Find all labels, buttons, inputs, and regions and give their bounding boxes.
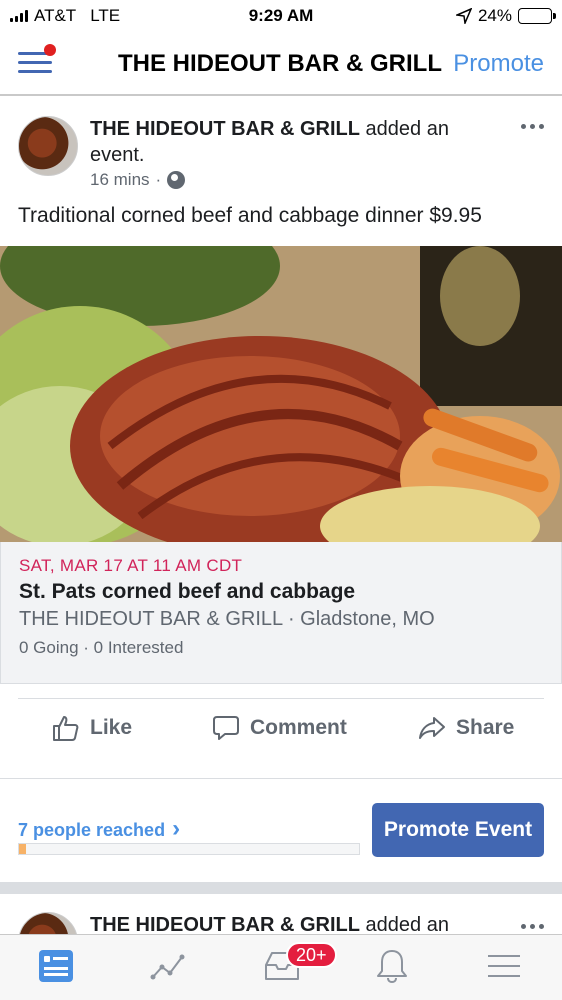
battery-percent: 24%	[477, 6, 512, 25]
tab-home[interactable]	[36, 947, 80, 987]
next-post-action-text: added an	[360, 914, 449, 934]
feed-separator	[0, 882, 562, 894]
promote-event-button[interactable]: Promote Event	[372, 803, 544, 857]
like-label: Like	[90, 716, 133, 739]
post-meta: 16 mins ·	[90, 170, 186, 190]
insights-chart-icon	[150, 954, 185, 980]
event-place: THE HIDEOUT BAR & GRILL · Gladstone, MO	[19, 608, 435, 630]
post-attribution: THE HIDEOUT BAR & GRILL added an event.	[90, 116, 490, 168]
post-actions: Like Comment Share	[0, 700, 562, 762]
share-icon	[419, 717, 445, 739]
more-icon[interactable]	[521, 124, 544, 129]
location-arrow-icon	[455, 8, 472, 24]
reach-progress-bar	[18, 843, 360, 855]
bell-icon	[377, 950, 407, 983]
next-post-author[interactable]: THE HIDEOUT BAR & GRILL	[90, 914, 360, 934]
next-post-attribution: THE HIDEOUT BAR & GRILL added an	[90, 912, 490, 934]
event-stats: 0 Going · 0 Interested	[19, 638, 184, 657]
battery-icon	[518, 8, 556, 24]
post-text: Traditional corned beef and cabbage dinn…	[18, 204, 482, 227]
inbox-badge: 20+	[286, 942, 337, 968]
people-reached-label: 7 people reached	[18, 820, 166, 840]
share-button[interactable]: Share	[418, 714, 514, 742]
tab-notifications[interactable]	[372, 947, 416, 987]
event-title[interactable]: St. Pats corned beef and cabbage	[19, 580, 355, 604]
status-bar: AT&T LTE 9:29 AM 24%	[0, 0, 562, 32]
event-card[interactable]: SAT, MAR 17 AT 11 AM CDT St. Pats corned…	[0, 542, 562, 684]
home-feed-icon	[39, 950, 73, 982]
tab-insights[interactable]	[148, 947, 192, 987]
promote-link[interactable]: Promote	[453, 50, 544, 78]
comment-label: Comment	[250, 716, 347, 739]
people-reached-link[interactable]: 7 people reached ›	[18, 815, 180, 843]
notification-dot	[44, 44, 56, 56]
divider	[18, 698, 544, 699]
chevron-right-icon: ›	[172, 815, 181, 842]
thumbs-up-icon	[53, 716, 79, 741]
tab-more[interactable]	[484, 947, 528, 987]
globe-icon	[167, 171, 186, 189]
meta-separator: ·	[155, 170, 162, 189]
share-label: Share	[456, 716, 515, 739]
event-photo[interactable]	[0, 246, 562, 542]
menu-lines-icon	[488, 955, 520, 977]
comment-icon	[213, 716, 239, 740]
reach-progress-fill	[19, 844, 26, 854]
next-post-header: THE HIDEOUT BAR & GRILL added an	[0, 894, 562, 934]
page-title: THE HIDEOUT BAR & GRILL	[118, 50, 442, 77]
comment-button[interactable]: Comment	[212, 714, 347, 742]
bottom-tab-bar: 20+	[0, 934, 562, 1000]
event-photo-illustration	[0, 246, 562, 542]
post-author[interactable]: THE HIDEOUT BAR & GRILL	[90, 118, 360, 140]
top-nav-bar: THE HIDEOUT BAR & GRILL Promote	[0, 32, 562, 96]
post-time[interactable]: 16 mins	[90, 170, 150, 190]
like-button[interactable]: Like	[52, 714, 132, 742]
status-right: 24%	[455, 6, 556, 26]
page-avatar[interactable]	[18, 116, 78, 176]
page-avatar[interactable]	[18, 912, 78, 934]
hamburger-icon[interactable]	[18, 44, 56, 78]
more-icon[interactable]	[521, 924, 544, 929]
event-date: SAT, MAR 17 AT 11 AM CDT	[19, 556, 243, 575]
post-header: THE HIDEOUT BAR & GRILL added an event. …	[0, 100, 562, 240]
promotion-row: 7 people reached › Promote Event	[0, 778, 562, 878]
